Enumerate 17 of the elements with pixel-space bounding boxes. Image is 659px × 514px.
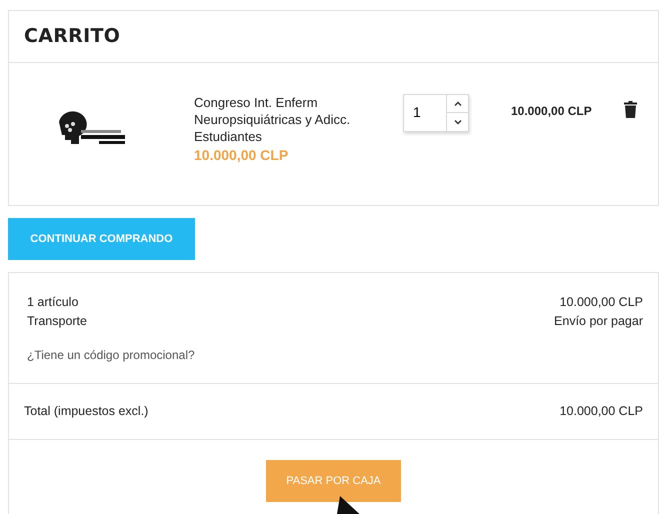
summary-value: 10.000,00 CLP: [560, 294, 643, 311]
summary-label: 1 artículo: [27, 294, 78, 311]
chevron-down-icon: [454, 120, 462, 125]
decrease-button[interactable]: [447, 112, 468, 131]
quantity-field[interactable]: 1: [403, 94, 469, 132]
product-unit-price: 10.000,00 CLP: [194, 146, 290, 165]
increase-button[interactable]: [447, 94, 468, 112]
promo-code-link[interactable]: ¿Tiene un código promocional?: [27, 348, 195, 362]
product-name: Congreso Int. Enferm Neuropsiquiátricas y Adicc. Estudiantes: [194, 94, 352, 145]
total-label: Total (impuestos excl.): [24, 402, 148, 420]
summary-value: Envío por pagar: [554, 312, 643, 330]
chevron-up-icon: [454, 101, 462, 106]
cart-title: CARRITO: [23, 24, 122, 49]
summary-label: Transporte: [27, 312, 87, 330]
total-value: 10.000,00 CLP: [560, 402, 643, 420]
trash-icon[interactable]: [624, 100, 637, 118]
product-total: 10.000,00 CLP: [511, 102, 592, 120]
